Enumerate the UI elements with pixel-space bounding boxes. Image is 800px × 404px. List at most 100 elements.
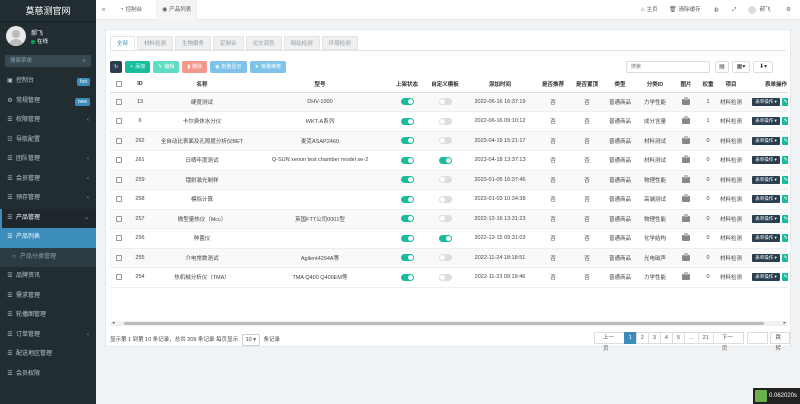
tab-console[interactable]: ◔ 控制台: [120, 0, 142, 20]
column-header[interactable]: [110, 77, 128, 93]
table-row[interactable]: 262 全自动比表面及孔隙度分析仪BET 麦克ASAP2460 2023-04-19 …: [110, 131, 788, 151]
product-image[interactable]: [680, 115, 692, 127]
sidebar-item[interactable]: ☰ 订单管理 ‹: [0, 326, 96, 346]
custom-template-toggle[interactable]: [438, 273, 452, 281]
row-checkbox[interactable]: [116, 137, 122, 144]
form-ops-dropdown[interactable]: 表单操作 ▾: [752, 156, 780, 165]
listed-toggle[interactable]: [400, 137, 414, 145]
category-tab[interactable]: 材料检测: [137, 36, 174, 50]
scroll-right-icon[interactable]: ▸: [783, 320, 786, 326]
sidebar-item[interactable]: ☰ 产品管理 ⌄: [0, 208, 96, 228]
product-image[interactable]: [680, 135, 692, 147]
custom-template-toggle[interactable]: [438, 176, 452, 184]
jump-button[interactable]: 跳转: [769, 332, 790, 352]
user-menu[interactable]: 郝飞: [748, 0, 771, 20]
listed-toggle[interactable]: [400, 176, 414, 184]
fullscreen-icon[interactable]: ⤢: [732, 0, 736, 20]
table-row[interactable]: 254 热机械分析仪（TMA） TMA Q400 Q400EM等 2022-11-23…: [110, 267, 788, 288]
category-tab[interactable]: 全部: [110, 36, 136, 50]
product-image[interactable]: [680, 96, 692, 108]
product-image[interactable]: [680, 174, 692, 186]
row-checkbox[interactable]: [116, 274, 122, 281]
search-icon[interactable]: ⌕: [83, 58, 86, 65]
form-ops-dropdown[interactable]: 表单操作 ▾: [752, 117, 780, 126]
row-checkbox[interactable]: [116, 254, 122, 261]
export-button[interactable]: ⬇▾: [753, 61, 773, 73]
sidebar-item[interactable]: ▣ 控制台 hot: [0, 72, 96, 92]
next-page-button[interactable]: 下一页: [712, 332, 744, 352]
refresh-button[interactable]: ↻: [110, 61, 123, 73]
row-edit-icon[interactable]: ✎: [781, 156, 788, 165]
custom-template-toggle[interactable]: [438, 234, 452, 242]
product-image[interactable]: [680, 252, 692, 264]
sidebar-item[interactable]: ☰ 轮播图管理: [0, 306, 96, 326]
listed-toggle[interactable]: [400, 234, 414, 242]
listed-toggle[interactable]: [400, 117, 414, 125]
columns-button[interactable]: ▦▾: [732, 61, 750, 73]
row-edit-icon[interactable]: ✎: [781, 195, 788, 204]
sidebar-search-input[interactable]: [5, 55, 75, 67]
table-row[interactable]: 257 微型量热仪（Mcc） 英国FTT公司0001型 2022-12-16 13:3…: [110, 209, 788, 229]
sidebar-item[interactable]: ☰ 产品列表: [0, 228, 96, 248]
sidebar-item[interactable]: ☰ 会员权限: [0, 365, 96, 385]
custom-template-toggle[interactable]: [438, 215, 452, 223]
form-ops-dropdown[interactable]: 表单操作 ▾: [752, 253, 780, 262]
row-checkbox[interactable]: [116, 118, 122, 125]
table-row[interactable]: 261 日晒牢度测试 Q-SUN xenon test chamber model …: [110, 150, 788, 171]
sidebar-item[interactable]: ☰ 需求管理: [0, 287, 96, 307]
table-row[interactable]: 255 介电常数测试 Agilent4294A等 2022-11-24 18:18:5…: [110, 248, 788, 268]
sidebar-item[interactable]: ☰ 品牌资讯: [0, 267, 96, 287]
row-checkbox[interactable]: [116, 176, 122, 183]
clear-cache-button[interactable]: 🗑 清除缓存: [669, 0, 701, 20]
row-edit-icon[interactable]: ✎: [781, 117, 788, 126]
form-ops-dropdown[interactable]: 表单操作 ▾: [752, 175, 780, 184]
row-checkbox[interactable]: [116, 157, 122, 164]
custom-template-toggle[interactable]: [438, 98, 452, 106]
edit-button[interactable]: ✎ 编辑: [153, 61, 180, 73]
custom-template-toggle[interactable]: [438, 137, 452, 145]
custom-template-toggle[interactable]: [438, 117, 452, 125]
product-image[interactable]: [680, 193, 692, 205]
sidebar-item[interactable]: ○ 产品分类管理: [0, 247, 96, 267]
page-size-select[interactable]: 10 ▾: [241, 334, 261, 346]
sidebar-item[interactable]: ⚙ 常规管理 new: [0, 92, 96, 112]
menu-toggle-icon[interactable]: ≡: [102, 0, 105, 20]
sidebar-item[interactable]: ☰ 权限管理 ‹: [0, 111, 96, 131]
page-number-button[interactable]: 21: [697, 332, 714, 344]
batch-show-button[interactable]: ◉ 批量显示: [210, 61, 247, 73]
page-number-button[interactable]: ...: [684, 332, 699, 344]
custom-template-toggle[interactable]: [438, 195, 452, 203]
sidebar-item[interactable]: ☰ 会员管理 ‹: [0, 170, 96, 190]
row-checkbox[interactable]: [116, 235, 122, 242]
custom-template-toggle[interactable]: [438, 156, 452, 164]
add-button[interactable]: + 添加: [125, 61, 151, 73]
listed-toggle[interactable]: [400, 195, 414, 203]
row-edit-icon[interactable]: ✎: [781, 214, 788, 223]
scroll-left-icon[interactable]: ◂: [112, 320, 115, 326]
listed-toggle[interactable]: [400, 215, 414, 223]
listed-toggle[interactable]: [400, 254, 414, 262]
home-link[interactable]: ⌂ 主页: [641, 0, 658, 20]
globe-icon[interactable]: ◍: [714, 0, 719, 20]
tab-product-list[interactable]: ◉ 产品列表: [156, 0, 198, 20]
row-edit-icon[interactable]: ✎: [781, 253, 788, 262]
sidebar-item[interactable]: ☰ 配送地区管理: [0, 345, 96, 365]
form-ops-dropdown[interactable]: 表单操作 ▾: [752, 195, 780, 204]
category-tab[interactable]: 论文润色: [245, 36, 282, 50]
table-row[interactable]: 259 镭射激光制样 2023-01-05 16:37:46 否 否 普通商品 物理性能 0 材…: [110, 170, 788, 190]
row-edit-icon[interactable]: ✎: [781, 136, 788, 145]
form-ops-dropdown[interactable]: 表单操作 ▾: [752, 214, 780, 223]
category-tab[interactable]: 生物服务: [175, 36, 212, 50]
settings-gear-icon[interactable]: ⚙: [786, 0, 791, 20]
batch-recommend-button[interactable]: ★ 批量推荐: [249, 61, 287, 73]
table-row[interactable]: 13 硬度测试 DHV-1000 2022-06-16 16:37:19 否 否 普通商品 力…: [110, 92, 788, 112]
listed-toggle[interactable]: [400, 156, 414, 164]
category-tab[interactable]: 环境检测: [321, 36, 358, 50]
custom-template-toggle[interactable]: [438, 254, 452, 262]
product-image[interactable]: [680, 154, 692, 166]
sidebar-item[interactable]: ☰ 预存管理 ‹: [0, 189, 96, 209]
prev-page-button[interactable]: 上一页: [594, 332, 625, 352]
row-edit-icon[interactable]: ✎: [781, 97, 788, 106]
form-ops-dropdown[interactable]: 表单操作 ▾: [752, 136, 780, 145]
horizontal-scrollbar[interactable]: ◂ ▸: [110, 320, 788, 326]
